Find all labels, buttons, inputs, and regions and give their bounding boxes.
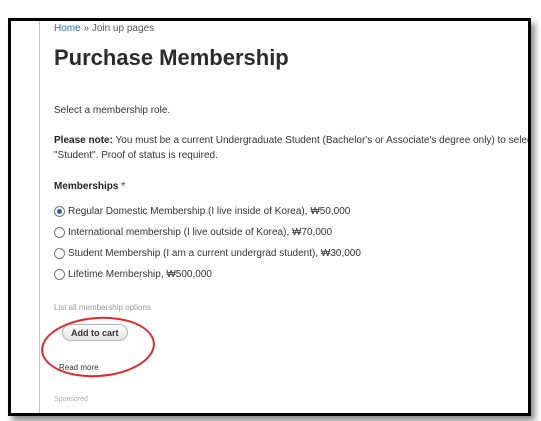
radio-button-selected[interactable]	[54, 206, 65, 217]
breadcrumb: Home » Join up pages	[54, 23, 154, 34]
radio-button[interactable]	[54, 269, 65, 280]
membership-option-lifetime[interactable]: Lifetime Membership, ₩500,000	[54, 264, 361, 285]
radio-button[interactable]	[54, 248, 65, 259]
option-label: International membership (I live outside…	[68, 227, 333, 238]
membership-option-international[interactable]: International membership (I live outside…	[54, 222, 361, 243]
page-panel: Home » Join up pages Purchase Membership…	[39, 21, 531, 413]
breadcrumb-home-link[interactable]: Home	[54, 23, 81, 34]
eligibility-note: Please note: You must be a current Under…	[54, 133, 531, 163]
required-marker: *	[121, 181, 126, 192]
memberships-label: Memberships *	[54, 181, 125, 192]
intro-text: Select a membership role.	[54, 105, 171, 116]
screenshot-frame: Home » Join up pages Purchase Membership…	[8, 18, 531, 416]
membership-option-regular-domestic[interactable]: Regular Domestic Membership (I live insi…	[54, 201, 361, 222]
breadcrumb-current: Join up pages	[91, 23, 155, 34]
breadcrumb-separator: »	[80, 23, 92, 34]
membership-options: Regular Domestic Membership (I live insi…	[54, 201, 361, 285]
note-text: You must be a current Undergraduate Stud…	[54, 135, 531, 161]
radio-button[interactable]	[54, 227, 65, 238]
add-to-cart-button[interactable]: Add to cart	[62, 324, 128, 341]
list-membership-options-link[interactable]: List all membership options	[54, 303, 151, 312]
membership-option-student[interactable]: Student Membership (I am a current under…	[54, 243, 361, 264]
option-label: Lifetime Membership, ₩500,000	[68, 269, 212, 280]
option-label: Regular Domestic Membership (I live insi…	[68, 206, 351, 217]
note-label: Please note:	[54, 135, 113, 146]
memberships-label-text: Memberships	[54, 181, 119, 192]
page-title: Purchase Membership	[54, 45, 289, 70]
sponsored-label: Sponsored	[54, 396, 88, 403]
read-more-link[interactable]: Read more	[59, 363, 99, 372]
option-label: Student Membership (I am a current under…	[68, 248, 361, 259]
